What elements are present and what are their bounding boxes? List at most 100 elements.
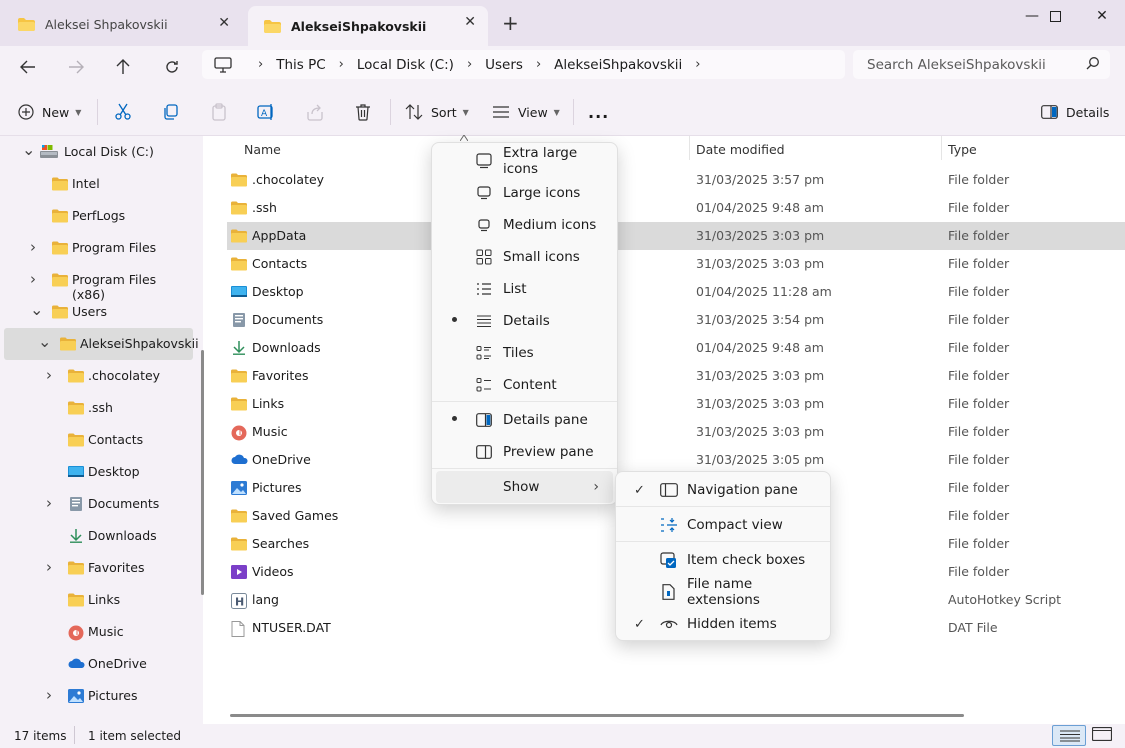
- view-menu-item[interactable]: Details pane: [436, 404, 613, 436]
- view-menu-item[interactable]: Show ›: [436, 471, 613, 503]
- refresh-button[interactable]: [157, 54, 187, 80]
- address-bar[interactable]: › This PC › Local Disk (C:) › Users › Al…: [202, 50, 845, 79]
- maximize-button[interactable]: [1032, 0, 1078, 32]
- chevron-down-icon[interactable]: ⌄: [38, 332, 51, 351]
- nav-item[interactable]: OneDrive: [0, 648, 193, 680]
- view-menu-item[interactable]: Small icons: [436, 241, 613, 273]
- table-row[interactable]: OneDrive 31/03/2025 3:05 pm File folder: [227, 446, 1125, 474]
- nav-item[interactable]: › Pictures: [0, 680, 193, 712]
- close-tab-icon[interactable]: ✕: [464, 15, 476, 29]
- share-button[interactable]: [306, 100, 332, 124]
- chevron-down-icon[interactable]: ⌄: [30, 300, 43, 319]
- view-menu-item[interactable]: Preview pane: [436, 436, 613, 468]
- table-row[interactable]: AppData 31/03/2025 3:03 pm File folder: [227, 222, 1125, 250]
- view-menu-item[interactable]: Details: [436, 305, 613, 337]
- view-menu-item[interactable]: Tiles: [436, 337, 613, 369]
- details-pane-button[interactable]: Details: [1041, 100, 1109, 124]
- search-input[interactable]: Search AlekseiShpakovskii: [853, 50, 1110, 79]
- breadcrumb-users[interactable]: Users: [485, 57, 523, 73]
- show-menu-item[interactable]: ✓ Hidden items: [620, 608, 826, 640]
- table-row[interactable]: .chocolatey 31/03/2025 3:57 pm File folder: [227, 166, 1125, 194]
- new-button[interactable]: New ▼: [18, 100, 81, 124]
- breadcrumb-this-pc[interactable]: This PC: [276, 57, 325, 73]
- nav-item[interactable]: ⌄ Local Disk (C:): [0, 136, 193, 168]
- view-menu-item[interactable]: Medium icons: [436, 209, 613, 241]
- nav-item[interactable]: › Program Files: [0, 232, 193, 264]
- table-row[interactable]: Music 31/03/2025 3:03 pm File folder: [227, 418, 1125, 446]
- show-menu-item[interactable]: ✓ Navigation pane: [620, 474, 826, 506]
- close-window-button[interactable]: ✕: [1079, 0, 1125, 32]
- chevron-down-icon[interactable]: ⌄: [22, 140, 35, 159]
- up-button[interactable]: [108, 54, 138, 80]
- view-menu-item[interactable]: Extra large icons: [436, 145, 613, 177]
- table-row[interactable]: .ssh 01/04/2025 9:48 am File folder: [227, 194, 1125, 222]
- nav-item[interactable]: .ssh: [0, 392, 193, 424]
- column-header-name[interactable]: Name: [244, 142, 281, 157]
- nav-item[interactable]: ⌄ Users: [0, 296, 193, 328]
- nav-scrollbar[interactable]: [201, 350, 204, 595]
- chevron-right-icon[interactable]: ›: [467, 57, 472, 72]
- paste-button[interactable]: [210, 100, 236, 124]
- nav-item[interactable]: Desktop: [0, 456, 193, 488]
- sort-button[interactable]: Sort ▼: [405, 100, 469, 124]
- chevron-right-icon[interactable]: ›: [536, 57, 541, 72]
- nav-item[interactable]: Intel: [0, 168, 193, 200]
- column-divider[interactable]: [689, 136, 690, 160]
- column-divider[interactable]: [941, 136, 942, 160]
- nav-item[interactable]: Contacts: [0, 424, 193, 456]
- show-menu-item[interactable]: Item check boxes: [620, 544, 826, 576]
- content-icon: [476, 378, 491, 392]
- tiles-view-toggle[interactable]: [1091, 726, 1114, 744]
- table-row[interactable]: Contacts 31/03/2025 3:03 pm File folder: [227, 250, 1125, 278]
- nav-item[interactable]: › .chocolatey: [0, 360, 193, 392]
- chevron-right-icon[interactable]: ›: [46, 494, 52, 512]
- chevron-right-icon[interactable]: ›: [46, 558, 52, 576]
- show-menu-item[interactable]: Compact view: [620, 509, 826, 541]
- forward-button[interactable]: [61, 54, 91, 80]
- table-row[interactable]: Downloads 01/04/2025 9:48 am File folder: [227, 334, 1125, 362]
- view-menu-item[interactable]: Large icons: [436, 177, 613, 209]
- nav-item[interactable]: Music: [0, 616, 193, 648]
- breadcrumb-user-folder[interactable]: AlekseiShpakovskii: [554, 57, 682, 73]
- chevron-right-icon[interactable]: ›: [30, 238, 36, 256]
- column-header-type[interactable]: Type: [948, 142, 977, 157]
- new-tab-button[interactable]: +: [502, 13, 519, 33]
- table-row[interactable]: Links 31/03/2025 3:03 pm File folder: [227, 390, 1125, 418]
- delete-button[interactable]: [354, 100, 380, 124]
- more-options-button[interactable]: ...: [588, 100, 609, 124]
- nav-item[interactable]: › Documents: [0, 488, 193, 520]
- nav-item[interactable]: PerfLogs: [0, 200, 193, 232]
- nav-item[interactable]: › Favorites: [0, 552, 193, 584]
- view-menu-item[interactable]: Content: [436, 369, 613, 401]
- table-row[interactable]: Favorites 31/03/2025 3:03 pm File folder: [227, 362, 1125, 390]
- nav-item[interactable]: › Program Files (x86): [0, 264, 193, 302]
- copy-button[interactable]: [162, 100, 188, 124]
- music-icon: [68, 625, 84, 641]
- back-button[interactable]: [13, 54, 43, 80]
- file-type: File folder: [948, 536, 1010, 551]
- nav-item[interactable]: ⌄ AlekseiShpakovskii: [4, 328, 199, 360]
- chevron-right-icon[interactable]: ›: [258, 57, 263, 72]
- nav-item[interactable]: Links: [0, 584, 193, 616]
- close-tab-icon[interactable]: ✕: [218, 16, 230, 30]
- chevron-right-icon[interactable]: ›: [695, 57, 700, 72]
- tab-aleksei-shpakovskii-active[interactable]: AlekseiShpakovskii ✕: [248, 6, 488, 46]
- tab-aleksei-shpakovskii[interactable]: Aleksei Shpakovskii ✕: [2, 7, 242, 41]
- chevron-right-icon[interactable]: ›: [339, 57, 344, 72]
- chevron-right-icon[interactable]: ›: [46, 686, 52, 704]
- cut-button[interactable]: [114, 100, 140, 124]
- horizontal-scrollbar[interactable]: [230, 714, 964, 717]
- view-menu-item-label: Tiles: [503, 345, 534, 361]
- view-menu-item[interactable]: List: [436, 273, 613, 305]
- table-row[interactable]: Desktop 01/04/2025 11:28 am File folder: [227, 278, 1125, 306]
- chevron-right-icon[interactable]: ›: [30, 270, 36, 288]
- chevron-right-icon[interactable]: ›: [46, 366, 52, 384]
- view-button[interactable]: View ▼: [492, 100, 560, 124]
- details-view-toggle[interactable]: [1052, 725, 1086, 746]
- table-row[interactable]: Documents 31/03/2025 3:54 pm File folder: [227, 306, 1125, 334]
- column-header-date[interactable]: Date modified: [696, 142, 785, 157]
- breadcrumb-local-disk[interactable]: Local Disk (C:): [357, 57, 454, 73]
- nav-item[interactable]: Downloads: [0, 520, 193, 552]
- show-menu-item[interactable]: File name extensions: [620, 576, 826, 608]
- rename-button[interactable]: A: [257, 100, 283, 124]
